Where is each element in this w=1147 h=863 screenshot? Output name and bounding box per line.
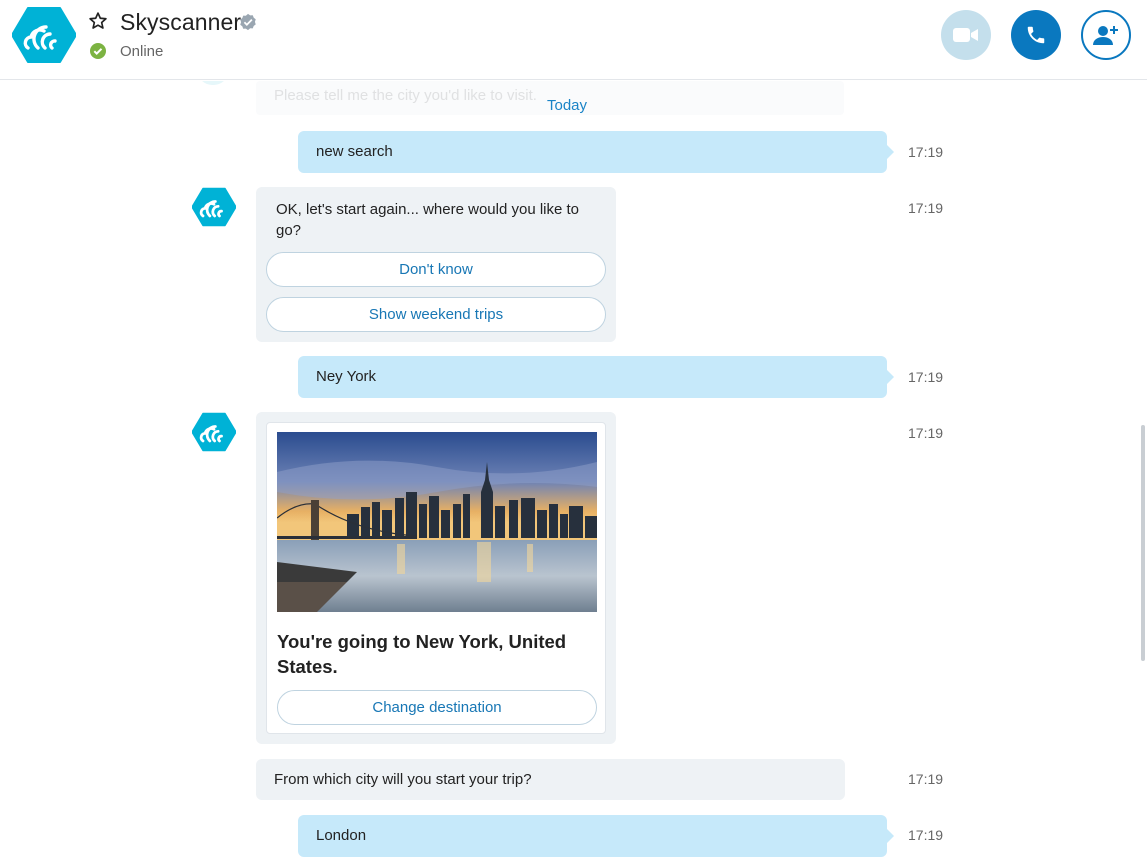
bot-avatar[interactable]: [191, 187, 237, 232]
video-call-button[interactable]: [941, 10, 991, 60]
contact-status: Online: [120, 43, 164, 60]
outgoing-message[interactable]: London: [298, 815, 894, 857]
card-title: You're going to New York, United States.: [277, 631, 567, 677]
incoming-message: From which city will you start your trip…: [256, 759, 845, 800]
message-text: OK, let's start again... where would you…: [276, 201, 580, 239]
message-time: 17:19: [908, 144, 944, 160]
message-time: 17:19: [908, 827, 944, 843]
audio-call-button[interactable]: [1011, 10, 1061, 60]
new-york-skyline-image[interactable]: [277, 432, 597, 612]
add-person-icon: [1093, 26, 1118, 45]
add-participant-button[interactable]: [1081, 10, 1131, 60]
chat-header: Skyscanner Online: [0, 0, 1147, 80]
phone-icon: [1027, 26, 1045, 44]
day-separator: Today: [547, 97, 588, 114]
online-status-icon: [90, 43, 106, 64]
incoming-card-message: You're going to New York, United States.…: [256, 412, 616, 744]
quick-reply-weekend-trips[interactable]: Show weekend trips: [266, 297, 606, 332]
favorite-star-icon[interactable]: [88, 11, 108, 36]
contact-avatar[interactable]: [12, 6, 76, 64]
quick-reply-dont-know[interactable]: Don't know: [266, 252, 606, 287]
chat-scrollbar[interactable]: [1141, 425, 1145, 661]
video-camera-icon: [953, 28, 978, 42]
message-time: 17:19: [908, 771, 944, 787]
message-text: From which city will you start your trip…: [274, 771, 532, 788]
message-time: 17:19: [908, 369, 944, 385]
previous-message-text: Please tell me the city you'd like to vi…: [274, 87, 537, 104]
outgoing-message[interactable]: Ney York: [298, 356, 894, 398]
bot-avatar-partial: [198, 81, 228, 85]
outgoing-message[interactable]: new search: [298, 131, 894, 173]
bot-avatar[interactable]: [191, 412, 237, 457]
conversation-area[interactable]: Please tell me the city you'd like to vi…: [0, 81, 1147, 863]
message-time: 17:19: [908, 425, 944, 441]
incoming-message: OK, let's start again... where would you…: [256, 187, 616, 342]
message-time: 17:19: [908, 200, 944, 216]
destination-card: You're going to New York, United States.…: [266, 422, 606, 734]
verified-badge-icon: [239, 13, 257, 36]
contact-name: Skyscanner: [120, 9, 242, 35]
change-destination-button[interactable]: Change destination: [277, 690, 597, 725]
